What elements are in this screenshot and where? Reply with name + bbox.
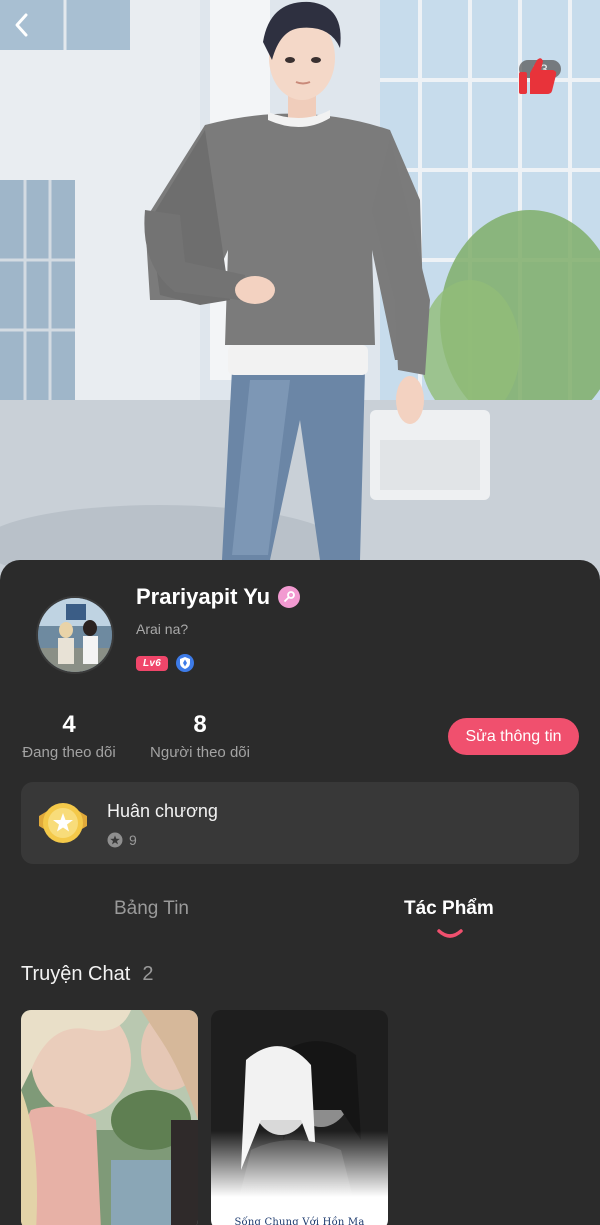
character-illustration (0, 0, 600, 580)
edit-profile-button[interactable]: Sửa thông tin (448, 718, 579, 755)
section-title-chat-stories: Truyện Chat 2 (21, 963, 153, 986)
following-count: 4 (62, 711, 76, 738)
followers-count: 8 (193, 711, 207, 738)
medal-card[interactable]: Huân chương 9 (21, 782, 579, 864)
followers-stat[interactable]: 8 Người theo dõi (148, 711, 252, 762)
story-cover-image (21, 1010, 198, 1225)
avatar-image (38, 598, 112, 672)
medal-count: 9 (129, 832, 137, 848)
chevron-left-icon (15, 13, 28, 37)
medal-icon (39, 803, 87, 843)
key-badge-icon (278, 586, 301, 608)
story-card[interactable] (21, 1010, 198, 1225)
character-scene: 13 (0, 0, 600, 580)
following-stat[interactable]: 4 Đang theo dõi (20, 711, 118, 762)
thumbs-up-icon (519, 58, 557, 94)
story-card[interactable]: Sống Chung Với Hồn Ma (211, 1010, 388, 1225)
story-title: Sống Chung Với Hồn Ma (234, 1217, 365, 1225)
following-label: Đang theo dõi (22, 744, 116, 762)
tab-feed[interactable]: Bảng Tin (114, 898, 189, 920)
active-tab-indicator (437, 929, 463, 938)
back-button[interactable] (12, 12, 46, 46)
followers-label: Người theo dõi (150, 744, 250, 762)
level-badge: Lv6 (136, 655, 169, 671)
shield-badge-icon (176, 654, 195, 672)
story-cover-image (211, 1010, 388, 1225)
profile-sheet: Prariyapit Yu Arai na? Lv6 4 Đang theo d… (0, 560, 600, 1225)
medal-title: Huân chương (107, 801, 218, 821)
profile-name: Prariyapit Yu (136, 584, 271, 609)
tab-works[interactable]: Tác Phẩm (404, 898, 494, 920)
section-title-label: Truyện Chat (21, 963, 131, 985)
like-button[interactable]: 13 (515, 56, 565, 94)
section-count: 2 (142, 963, 154, 985)
profile-bio: Arai na? (136, 621, 189, 637)
star-coin-icon (107, 832, 123, 848)
avatar[interactable] (36, 596, 114, 674)
